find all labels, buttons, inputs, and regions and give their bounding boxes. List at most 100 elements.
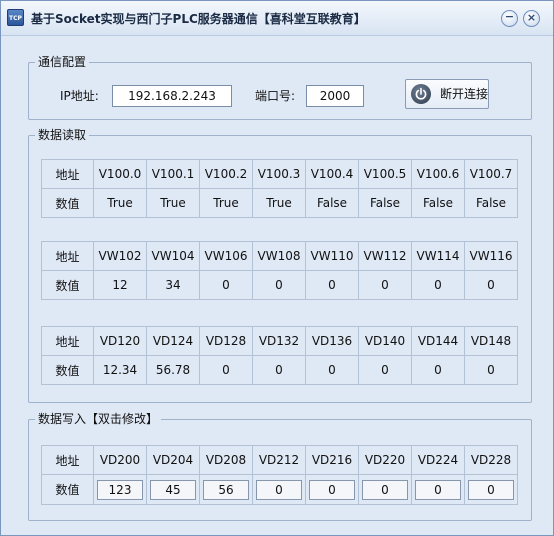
table-row-address: 地址 VD120 VD124 VD128 VD132 VD136 VD140 V… <box>41 326 518 356</box>
address-cell: V100.4 <box>305 159 359 189</box>
address-cell: VD148 <box>464 326 518 356</box>
value-cell: 0 <box>464 270 518 300</box>
write-value-cell: 56 <box>199 474 253 505</box>
value-cell: 56.78 <box>146 355 200 385</box>
value-cell: False <box>358 188 412 218</box>
value-cell: 0 <box>411 270 465 300</box>
disconnect-button[interactable]: 断开连接 <box>405 79 489 109</box>
value-header: 数值 <box>41 355 94 385</box>
port-label: 端口号: <box>255 89 296 103</box>
disconnect-button-label: 断开连接 <box>440 87 489 101</box>
address-cell: VW108 <box>252 241 306 271</box>
address-cell: V100.5 <box>358 159 412 189</box>
value-cell: 34 <box>146 270 200 300</box>
address-cell: V100.2 <box>199 159 253 189</box>
value-cell: False <box>464 188 518 218</box>
write-value-field[interactable]: 0 <box>256 479 302 500</box>
write-value-field[interactable]: 0 <box>309 479 355 500</box>
address-header: 地址 <box>41 326 94 356</box>
write-value-field[interactable]: 56 <box>203 479 249 500</box>
write-value-field[interactable]: 123 <box>97 479 143 500</box>
write-value-field[interactable]: 0 <box>415 479 461 500</box>
read-table-words: 地址 VW102 VW104 VW106 VW108 VW110 VW112 V… <box>41 241 518 300</box>
write-value-cell: 0 <box>305 474 359 505</box>
ip-address-field[interactable]: 192.168.2.243 <box>112 85 232 107</box>
address-cell: VD140 <box>358 326 412 356</box>
value-cell: 0 <box>252 355 306 385</box>
read-table-doubles: 地址 VD120 VD124 VD128 VD132 VD136 VD140 V… <box>41 326 518 385</box>
write-value-field[interactable]: 45 <box>150 479 196 500</box>
address-cell: VD220 <box>358 445 412 475</box>
app-tcp-icon: TCP <box>7 9 24 26</box>
table-row-value: 数值 123 45 56 0 0 0 0 0 <box>41 474 518 505</box>
address-cell: VD200 <box>93 445 147 475</box>
address-cell: V100.6 <box>411 159 465 189</box>
value-cell: True <box>252 188 306 218</box>
power-icon <box>411 84 431 104</box>
address-cell: VD216 <box>305 445 359 475</box>
value-cell: 12.34 <box>93 355 147 385</box>
value-cell: 0 <box>464 355 518 385</box>
address-cell: VW104 <box>146 241 200 271</box>
value-cell: 0 <box>305 355 359 385</box>
port-field[interactable]: 2000 <box>306 85 364 107</box>
main-window: TCP 基于Socket实现与西门子PLC服务器通信【喜科堂互联教育】 − × … <box>0 0 554 536</box>
address-cell: VD228 <box>464 445 518 475</box>
write-value-cell: 0 <box>358 474 412 505</box>
address-cell: VW112 <box>358 241 412 271</box>
table-row-value: 数值 12 34 0 0 0 0 0 0 <box>41 270 518 300</box>
address-cell: VD124 <box>146 326 200 356</box>
address-cell: VD212 <box>252 445 306 475</box>
write-value-cell: 45 <box>146 474 200 505</box>
address-cell: VD224 <box>411 445 465 475</box>
address-header: 地址 <box>41 445 94 475</box>
table-row-address: 地址 V100.0 V100.1 V100.2 V100.3 V100.4 V1… <box>41 159 518 189</box>
write-value-cell: 123 <box>93 474 147 505</box>
ip-label: IP地址: <box>60 89 99 103</box>
address-cell: V100.0 <box>93 159 147 189</box>
address-cell: VD128 <box>199 326 253 356</box>
minimize-button[interactable]: − <box>501 10 518 27</box>
write-value-cell: 0 <box>252 474 306 505</box>
value-cell: 0 <box>199 270 253 300</box>
address-cell: VW110 <box>305 241 359 271</box>
address-cell: VW114 <box>411 241 465 271</box>
read-group-legend: 数据读取 <box>35 127 90 143</box>
address-cell: V100.1 <box>146 159 200 189</box>
write-value-cell: 0 <box>411 474 465 505</box>
title-bar[interactable]: TCP 基于Socket实现与西门子PLC服务器通信【喜科堂互联教育】 − × <box>1 1 553 36</box>
write-value-field[interactable]: 0 <box>468 479 514 500</box>
value-cell: 0 <box>358 355 412 385</box>
value-cell: False <box>305 188 359 218</box>
table-row-value: 数值 12.34 56.78 0 0 0 0 0 0 <box>41 355 518 385</box>
config-group-legend: 通信配置 <box>35 54 90 70</box>
value-header: 数值 <box>41 474 94 505</box>
address-header: 地址 <box>41 159 94 189</box>
write-value-field[interactable]: 0 <box>362 479 408 500</box>
address-header: 地址 <box>41 241 94 271</box>
address-cell: VD208 <box>199 445 253 475</box>
close-button[interactable]: × <box>523 10 540 27</box>
value-cell: 0 <box>199 355 253 385</box>
address-cell: V100.3 <box>252 159 306 189</box>
close-icon: × <box>526 11 537 24</box>
value-cell: 0 <box>411 355 465 385</box>
write-value-cell: 0 <box>464 474 518 505</box>
value-cell: True <box>199 188 253 218</box>
value-cell: 12 <box>93 270 147 300</box>
address-cell: VW116 <box>464 241 518 271</box>
value-cell: 0 <box>358 270 412 300</box>
address-cell: VD136 <box>305 326 359 356</box>
table-row-address: 地址 VW102 VW104 VW106 VW108 VW110 VW112 V… <box>41 241 518 271</box>
table-row-value: 数值 True True True True False False False… <box>41 188 518 218</box>
address-cell: VD144 <box>411 326 465 356</box>
address-cell: V100.7 <box>464 159 518 189</box>
value-cell: True <box>146 188 200 218</box>
value-cell: True <box>93 188 147 218</box>
read-table-bits: 地址 V100.0 V100.1 V100.2 V100.3 V100.4 V1… <box>41 159 518 218</box>
value-cell: False <box>411 188 465 218</box>
value-header: 数值 <box>41 270 94 300</box>
address-cell: VW102 <box>93 241 147 271</box>
value-cell: 0 <box>252 270 306 300</box>
address-cell: VD120 <box>93 326 147 356</box>
